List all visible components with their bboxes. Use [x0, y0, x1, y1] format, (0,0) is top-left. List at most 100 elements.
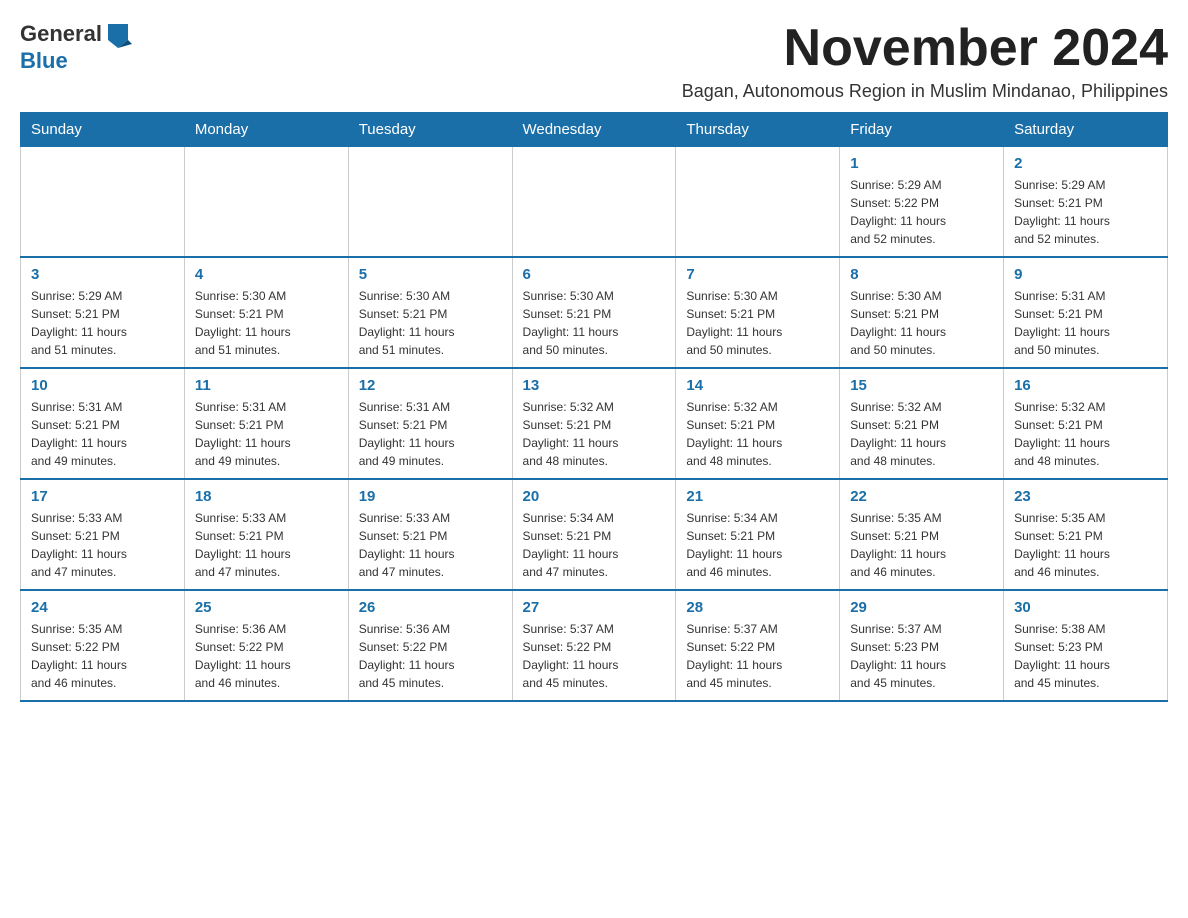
- day-number: 7: [686, 266, 829, 283]
- day-number: 5: [359, 266, 502, 283]
- day-number: 22: [850, 488, 993, 505]
- day-number: 10: [31, 377, 174, 394]
- day-number: 16: [1014, 377, 1157, 394]
- day-number: 3: [31, 266, 174, 283]
- day-cell: 3 Sunrise: 5:29 AMSunset: 5:21 PMDaylight…: [21, 257, 185, 368]
- day-cell: 30 Sunrise: 5:38 AMSunset: 5:23 PMDayligh…: [1004, 590, 1168, 701]
- day-info: Sunrise: 5:30 AMSunset: 5:21 PMDaylight:…: [523, 287, 666, 359]
- day-cell: 17Sunrise: 5:33 AMSunset: 5:21 PMDayligh…: [21, 479, 185, 590]
- day-number: 20: [523, 488, 666, 505]
- header-cell-sunday: Sunday: [21, 113, 185, 147]
- day-cell: 9 Sunrise: 5:31 AMSunset: 5:21 PMDaylight…: [1004, 257, 1168, 368]
- day-info: Sunrise: 5:32 AMSunset: 5:21 PMDaylight:…: [850, 398, 993, 470]
- day-cell: 13 Sunrise: 5:32 AMSunset: 5:21 PMDayligh…: [512, 368, 676, 479]
- header-cell-friday: Friday: [840, 113, 1004, 147]
- header-row: SundayMondayTuesdayWednesdayThursdayFrid…: [21, 113, 1168, 147]
- day-cell: 15 Sunrise: 5:32 AMSunset: 5:21 PMDayligh…: [840, 368, 1004, 479]
- day-number: 4: [195, 266, 338, 283]
- day-info: Sunrise: 5:31 AMSunset: 5:21 PMDaylight:…: [195, 398, 338, 470]
- day-cell: 7Sunrise: 5:30 AMSunset: 5:21 PMDaylight…: [676, 257, 840, 368]
- day-info: Sunrise: 5:30 AMSunset: 5:21 PMDaylight:…: [850, 287, 993, 359]
- day-info: Sunrise: 5:33 AMSunset: 5:21 PMDaylight:…: [359, 509, 502, 581]
- week-row-4: 17Sunrise: 5:33 AMSunset: 5:21 PMDayligh…: [21, 479, 1168, 590]
- month-title: November 2024: [682, 20, 1168, 77]
- day-cell: [21, 147, 185, 258]
- day-info: Sunrise: 5:32 AMSunset: 5:21 PMDaylight:…: [686, 398, 829, 470]
- day-cell: 23Sunrise: 5:35 AMSunset: 5:21 PMDayligh…: [1004, 479, 1168, 590]
- day-cell: [676, 147, 840, 258]
- day-number: 13: [523, 377, 666, 394]
- day-info: Sunrise: 5:30 AMSunset: 5:21 PMDaylight:…: [195, 287, 338, 359]
- calendar-body: 1 Sunrise: 5:29 AMSunset: 5:22 PMDaylight…: [21, 147, 1168, 702]
- day-number: 15: [850, 377, 993, 394]
- day-cell: 4 Sunrise: 5:30 AMSunset: 5:21 PMDaylight…: [184, 257, 348, 368]
- day-number: 26: [359, 599, 502, 616]
- day-cell: [348, 147, 512, 258]
- day-info: Sunrise: 5:32 AMSunset: 5:21 PMDaylight:…: [1014, 398, 1157, 470]
- day-info: Sunrise: 5:37 AMSunset: 5:22 PMDaylight:…: [523, 620, 666, 692]
- day-cell: 12 Sunrise: 5:31 AMSunset: 5:21 PMDayligh…: [348, 368, 512, 479]
- header: General Blue November 2024 Bagan, Autono…: [20, 20, 1168, 102]
- day-info: Sunrise: 5:37 AMSunset: 5:23 PMDaylight:…: [850, 620, 993, 692]
- day-info: Sunrise: 5:34 AMSunset: 5:21 PMDaylight:…: [686, 509, 829, 581]
- day-cell: 6Sunrise: 5:30 AMSunset: 5:21 PMDaylight…: [512, 257, 676, 368]
- day-number: 11: [195, 377, 338, 394]
- day-cell: 2 Sunrise: 5:29 AMSunset: 5:21 PMDaylight…: [1004, 147, 1168, 258]
- title-area: November 2024 Bagan, Autonomous Region i…: [682, 20, 1168, 102]
- day-info: Sunrise: 5:37 AMSunset: 5:22 PMDaylight:…: [686, 620, 829, 692]
- day-number: 19: [359, 488, 502, 505]
- day-cell: 5Sunrise: 5:30 AMSunset: 5:21 PMDaylight…: [348, 257, 512, 368]
- day-info: Sunrise: 5:33 AMSunset: 5:21 PMDaylight:…: [31, 509, 174, 581]
- day-info: Sunrise: 5:35 AMSunset: 5:22 PMDaylight:…: [31, 620, 174, 692]
- day-cell: 1 Sunrise: 5:29 AMSunset: 5:22 PMDaylight…: [840, 147, 1004, 258]
- day-info: Sunrise: 5:34 AMSunset: 5:21 PMDaylight:…: [523, 509, 666, 581]
- day-number: 27: [523, 599, 666, 616]
- day-number: 9: [1014, 266, 1157, 283]
- day-info: Sunrise: 5:31 AMSunset: 5:21 PMDaylight:…: [31, 398, 174, 470]
- day-info: Sunrise: 5:31 AMSunset: 5:21 PMDaylight:…: [359, 398, 502, 470]
- logo-wrapper: General Blue: [20, 20, 132, 74]
- day-cell: 14 Sunrise: 5:32 AMSunset: 5:21 PMDayligh…: [676, 368, 840, 479]
- day-info: Sunrise: 5:31 AMSunset: 5:21 PMDaylight:…: [1014, 287, 1157, 359]
- day-info: Sunrise: 5:32 AMSunset: 5:21 PMDaylight:…: [523, 398, 666, 470]
- header-cell-saturday: Saturday: [1004, 113, 1168, 147]
- week-row-1: 1 Sunrise: 5:29 AMSunset: 5:22 PMDaylight…: [21, 147, 1168, 258]
- header-cell-wednesday: Wednesday: [512, 113, 676, 147]
- header-cell-thursday: Thursday: [676, 113, 840, 147]
- day-cell: 20 Sunrise: 5:34 AMSunset: 5:21 PMDayligh…: [512, 479, 676, 590]
- calendar-header: SundayMondayTuesdayWednesdayThursdayFrid…: [21, 113, 1168, 147]
- subtitle: Bagan, Autonomous Region in Muslim Minda…: [682, 81, 1168, 102]
- day-info: Sunrise: 5:29 AMSunset: 5:21 PMDaylight:…: [31, 287, 174, 359]
- day-cell: 24 Sunrise: 5:35 AMSunset: 5:22 PMDayligh…: [21, 590, 185, 701]
- day-cell: [512, 147, 676, 258]
- day-number: 30: [1014, 599, 1157, 616]
- day-cell: 18Sunrise: 5:33 AMSunset: 5:21 PMDayligh…: [184, 479, 348, 590]
- day-number: 24: [31, 599, 174, 616]
- header-cell-monday: Monday: [184, 113, 348, 147]
- day-info: Sunrise: 5:36 AMSunset: 5:22 PMDaylight:…: [195, 620, 338, 692]
- day-cell: [184, 147, 348, 258]
- day-cell: 28 Sunrise: 5:37 AMSunset: 5:22 PMDayligh…: [676, 590, 840, 701]
- week-row-5: 24 Sunrise: 5:35 AMSunset: 5:22 PMDayligh…: [21, 590, 1168, 701]
- day-info: Sunrise: 5:35 AMSunset: 5:21 PMDaylight:…: [1014, 509, 1157, 581]
- day-cell: 11 Sunrise: 5:31 AMSunset: 5:21 PMDayligh…: [184, 368, 348, 479]
- day-number: 12: [359, 377, 502, 394]
- day-number: 1: [850, 155, 993, 172]
- day-number: 8: [850, 266, 993, 283]
- day-info: Sunrise: 5:29 AMSunset: 5:22 PMDaylight:…: [850, 176, 993, 248]
- day-cell: 22 Sunrise: 5:35 AMSunset: 5:21 PMDayligh…: [840, 479, 1004, 590]
- day-cell: 21Sunrise: 5:34 AMSunset: 5:21 PMDayligh…: [676, 479, 840, 590]
- day-cell: 26 Sunrise: 5:36 AMSunset: 5:22 PMDayligh…: [348, 590, 512, 701]
- day-info: Sunrise: 5:29 AMSunset: 5:21 PMDaylight:…: [1014, 176, 1157, 248]
- day-info: Sunrise: 5:36 AMSunset: 5:22 PMDaylight:…: [359, 620, 502, 692]
- day-number: 2: [1014, 155, 1157, 172]
- day-cell: 8 Sunrise: 5:30 AMSunset: 5:21 PMDaylight…: [840, 257, 1004, 368]
- logo-top-line: General: [20, 20, 132, 48]
- day-info: Sunrise: 5:35 AMSunset: 5:21 PMDaylight:…: [850, 509, 993, 581]
- day-number: 29: [850, 599, 993, 616]
- day-number: 14: [686, 377, 829, 394]
- day-number: 25: [195, 599, 338, 616]
- day-number: 28: [686, 599, 829, 616]
- day-info: Sunrise: 5:38 AMSunset: 5:23 PMDaylight:…: [1014, 620, 1157, 692]
- day-cell: 16 Sunrise: 5:32 AMSunset: 5:21 PMDayligh…: [1004, 368, 1168, 479]
